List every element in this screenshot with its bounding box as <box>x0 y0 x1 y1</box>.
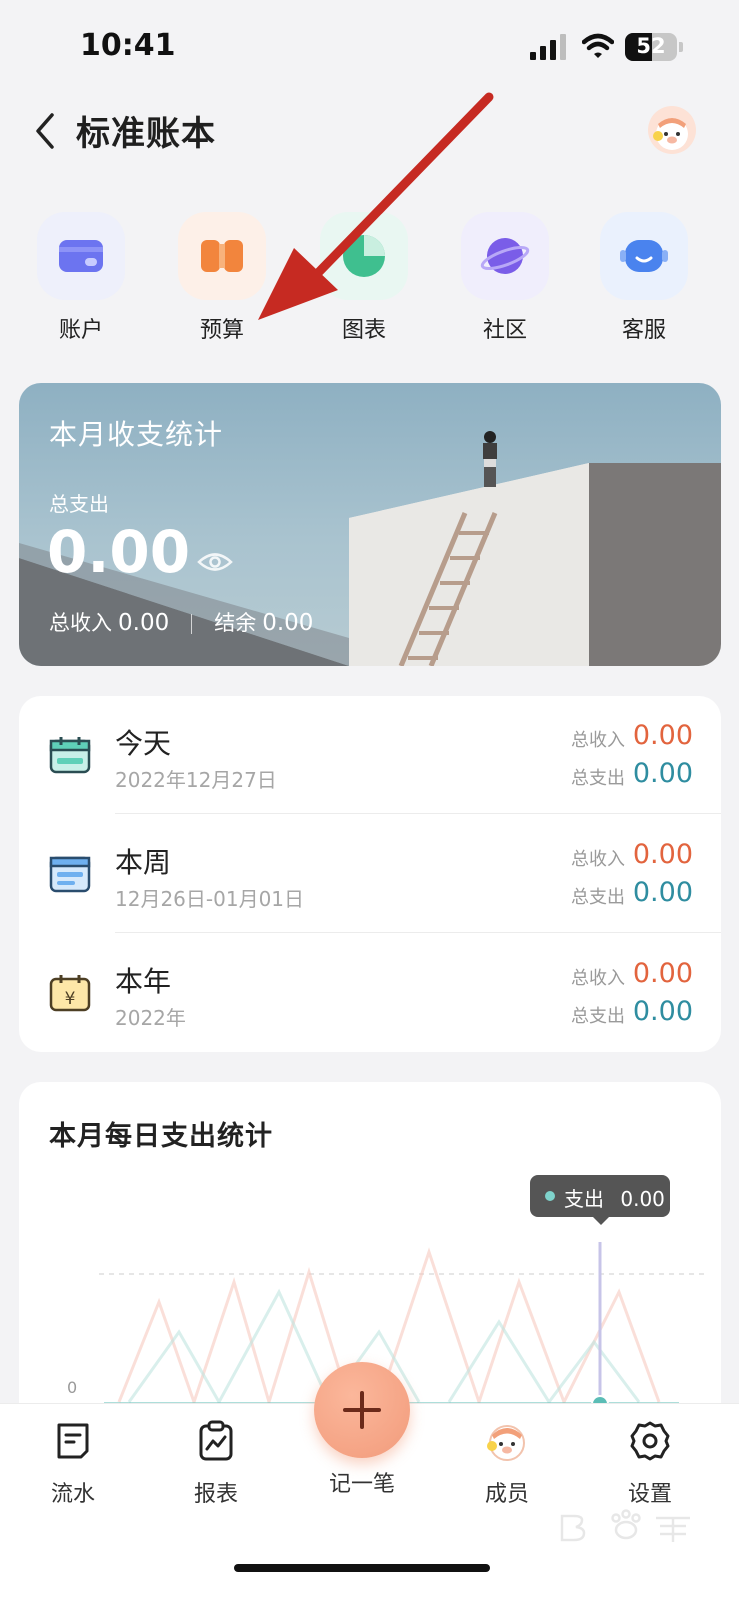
period-income-label: 总收入 <box>571 849 625 870</box>
baidu-watermark-logo <box>560 1509 690 1542</box>
period-income-value: 0.00 <box>632 720 693 751</box>
period-expense-value: 0.00 <box>632 758 693 789</box>
calendar-today-icon <box>49 737 91 774</box>
period-name: 本年 <box>115 965 172 998</box>
tooltip-label: 支出 <box>564 1187 604 1211</box>
period-expense-value: 0.00 <box>632 996 693 1027</box>
period-date: 2022年12月27日 <box>115 768 277 792</box>
balance-label: 结余 <box>214 611 257 635</box>
quick-action-label: 账户 <box>58 318 103 343</box>
status-time: 10:41 <box>80 28 176 63</box>
home-indicator <box>234 1564 490 1572</box>
period-name: 今天 <box>115 727 172 760</box>
battery-cap <box>679 42 683 52</box>
tab-label: 流水 <box>50 1482 95 1507</box>
period-expense-label: 总支出 <box>571 1006 625 1027</box>
total-income-label: 总收入 <box>49 611 112 635</box>
tab-label: 报表 <box>193 1482 238 1507</box>
placeholder-series-line <box>447 1319 641 1405</box>
report-icon <box>166 1418 266 1464</box>
budget-icon <box>178 212 266 300</box>
period-income-label: 总收入 <box>571 730 625 751</box>
period-date: 12月26日-01月01日 <box>115 887 305 911</box>
period-income-value: 0.00 <box>632 839 693 870</box>
divider <box>191 614 193 634</box>
total-expense-label: 总支出 <box>49 492 109 516</box>
period-expense-label: 总支出 <box>571 887 625 908</box>
pig-mascot-icon <box>653 118 688 150</box>
tab-ledger[interactable]: 流水 <box>23 1418 123 1508</box>
placeholder-series-line <box>117 1266 351 1408</box>
period-row-week[interactable]: 本周 12月26日-01月01日 总收入 0.00 总支出 0.00 <box>19 815 721 933</box>
period-income-label: 总收入 <box>571 968 625 989</box>
period-expense-value: 0.00 <box>632 877 693 908</box>
quick-action-service[interactable]: 客服 <box>594 212 694 344</box>
eye-icon[interactable] <box>197 551 233 573</box>
tab-label: 成员 <box>484 1482 529 1507</box>
tab-label: 设置 <box>627 1482 672 1507</box>
battery-icon: 52 <box>625 33 677 61</box>
planet-icon <box>461 212 549 300</box>
chart-tooltip: 支出 0.00 <box>530 1175 670 1225</box>
y-axis-zero-label: 0 <box>67 1378 78 1397</box>
battery-level: 52 <box>636 34 666 58</box>
divider <box>115 932 721 933</box>
page-title: 标准账本 <box>76 114 216 154</box>
divider <box>115 813 721 814</box>
period-expense-label: 总支出 <box>571 768 625 789</box>
quick-action-chart[interactable]: 图表 <box>314 212 414 344</box>
navigation-bar: 标准账本 <box>0 92 739 172</box>
period-row-today[interactable]: 今天 2022年12月27日 总收入 0.00 总支出 0.00 <box>19 696 721 814</box>
calendar-week-icon <box>49 856 91 893</box>
tooltip-dot <box>545 1191 555 1201</box>
tab-settings[interactable]: 设置 <box>600 1418 700 1508</box>
total-expense-value: 0.00 <box>47 518 191 586</box>
calendar-yuan-icon: ¥ <box>49 975 91 1012</box>
svg-text:¥: ¥ <box>65 989 76 1009</box>
month-summary-card[interactable]: 本月收支统计 总支出 0.00 总收入 0.00 结余 0.00 <box>19 383 721 666</box>
tab-members[interactable]: 成员 <box>457 1418 557 1508</box>
quick-actions: 账户 预算 图表 社区 客服 <box>0 212 739 352</box>
month-summary-title: 本月收支统计 <box>49 418 224 451</box>
ledger-icon <box>23 1418 123 1464</box>
quick-action-account[interactable]: 账户 <box>31 212 131 344</box>
period-name: 本周 <box>115 846 172 879</box>
period-income-value: 0.00 <box>632 958 693 989</box>
quick-action-label: 预算 <box>199 318 244 343</box>
quick-action-label: 图表 <box>341 318 386 343</box>
quick-action-label: 客服 <box>621 318 666 343</box>
wallet-card-icon <box>37 212 125 300</box>
add-record-label: 记一笔 <box>328 1472 395 1497</box>
profile-avatar[interactable] <box>648 106 696 154</box>
month-summary-footer: 总收入 0.00 结余 0.00 <box>49 607 313 637</box>
plus-icon <box>343 1391 381 1429</box>
tooltip-value: 0.00 <box>620 1187 665 1211</box>
member-avatar-icon <box>457 1418 557 1464</box>
total-income-value: 0.00 <box>118 610 170 636</box>
wifi-icon <box>582 33 614 58</box>
period-date: 2022年 <box>115 1006 186 1030</box>
period-summary-card: 今天 2022年12月27日 总收入 0.00 总支出 0.00 本周 12月2… <box>19 696 721 1052</box>
quick-action-label: 社区 <box>482 318 527 343</box>
cellular-signal-icon <box>530 34 568 60</box>
service-bot-icon <box>600 212 688 300</box>
pie-chart-icon <box>320 212 408 300</box>
gear-icon <box>600 1418 700 1464</box>
add-record-button[interactable] <box>314 1362 410 1458</box>
back-chevron-icon[interactable] <box>34 112 56 150</box>
period-row-year[interactable]: ¥ 本年 2022年 总收入 0.00 总支出 0.00 <box>19 934 721 1052</box>
balance-value: 0.00 <box>262 610 314 636</box>
quick-action-community[interactable]: 社区 <box>455 212 555 344</box>
tab-report[interactable]: 报表 <box>166 1418 266 1508</box>
status-bar: 10:41 52 <box>0 0 739 92</box>
quick-action-budget[interactable]: 预算 <box>172 212 272 344</box>
